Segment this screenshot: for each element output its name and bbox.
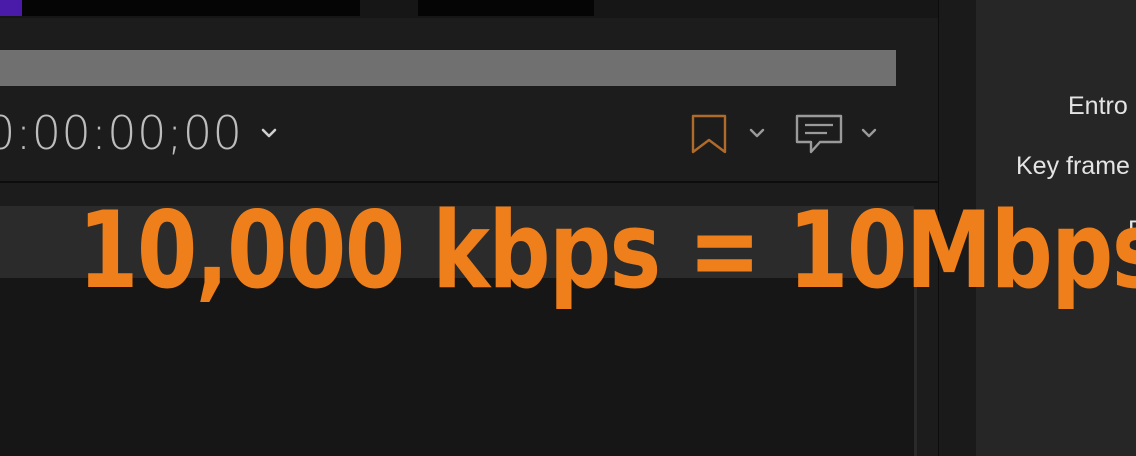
chevron-down-icon[interactable] xyxy=(258,122,280,144)
comment-icon[interactable] xyxy=(794,112,844,156)
preview-strip xyxy=(0,0,938,18)
clip-thumbnail-purple[interactable] xyxy=(0,0,22,16)
video-editor-screen: 0:00:00;00 Entro Key frame D 10,000 kbps… xyxy=(0,0,1136,456)
clip-thumbnail-dark[interactable] xyxy=(22,0,360,16)
bookmark-icon[interactable] xyxy=(688,112,730,156)
clip-thumbnail-dark-2[interactable] xyxy=(418,0,594,16)
timecode-display[interactable]: 0:00:00;00 xyxy=(0,104,242,162)
inspector-label-entropy: Entro xyxy=(1068,92,1128,120)
scrub-bar-fill xyxy=(0,50,896,86)
scrub-bar[interactable] xyxy=(0,50,896,86)
divider xyxy=(0,181,938,183)
overlay-caption: 10,000 kbps = 10Mbps xyxy=(78,189,1136,312)
chevron-down-icon[interactable] xyxy=(746,122,768,144)
chevron-down-icon[interactable] xyxy=(858,122,880,144)
inspector-label-key-frame: Key frame xyxy=(1016,152,1130,180)
